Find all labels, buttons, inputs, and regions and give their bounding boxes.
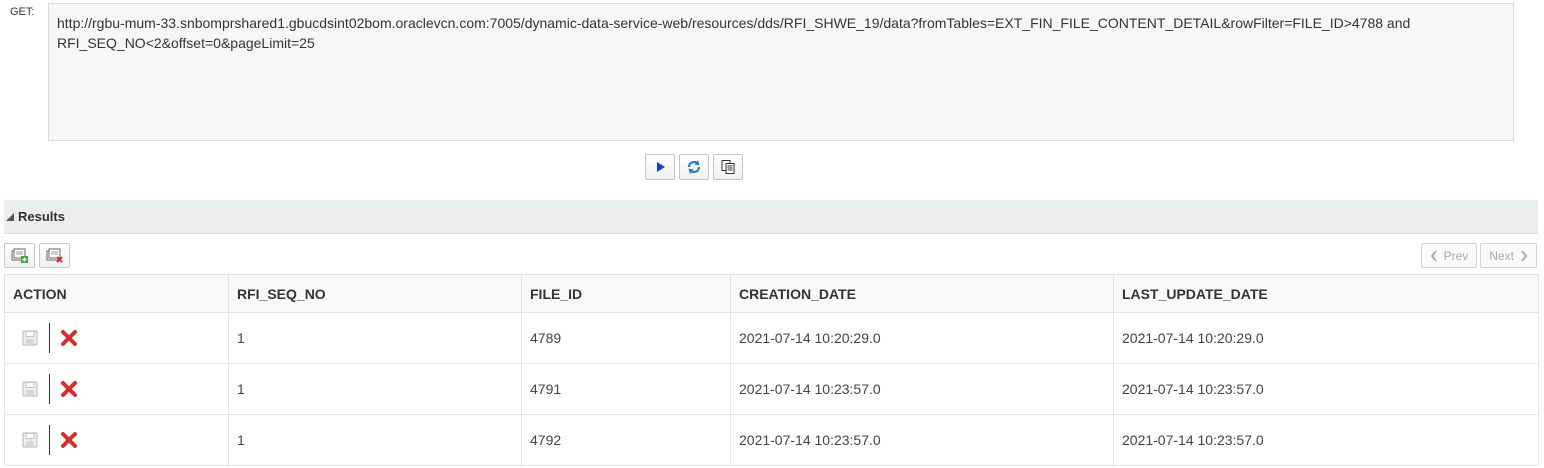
delete-rows-button[interactable] <box>39 243 70 268</box>
cell-file-id: 4789 <box>521 312 731 364</box>
cell-creation-date: 2021-07-14 10:23:57.0 <box>730 363 1114 415</box>
request-url-textarea[interactable]: http://rgbu-mum-33.snbomprshared1.gbucds… <box>48 3 1514 141</box>
results-section-header[interactable]: Results <box>4 200 1538 234</box>
save-icon[interactable] <box>21 329 39 347</box>
prev-page-button[interactable]: Prev <box>1420 243 1478 268</box>
cell-last-update-date: 2021-07-14 10:23:57.0 <box>1113 363 1539 415</box>
save-icon[interactable] <box>21 431 39 449</box>
cell-rfi-seq-no: 1 <box>228 363 522 415</box>
results-actions <box>4 243 70 268</box>
save-icon[interactable] <box>21 380 39 398</box>
chevron-right-icon <box>1521 249 1528 262</box>
column-header-file-id[interactable]: FILE_ID <box>521 274 731 313</box>
cell-creation-date: 2021-07-14 10:23:57.0 <box>730 414 1114 466</box>
action-cell <box>4 363 229 415</box>
cell-last-update-date: 2021-07-14 10:23:57.0 <box>1113 414 1539 466</box>
cell-file-id: 4791 <box>521 363 731 415</box>
cell-file-id: 4792 <box>521 414 731 466</box>
refresh-button[interactable] <box>679 154 709 180</box>
delete-icon[interactable] <box>60 329 78 347</box>
refresh-icon <box>687 160 701 174</box>
cell-creation-date: 2021-07-14 10:20:29.0 <box>730 312 1114 364</box>
table-header-row: ACTION RFI_SEQ_NO FILE_ID CREATION_DATE … <box>4 274 1539 313</box>
delete-icon[interactable] <box>60 380 78 398</box>
action-cell <box>4 312 229 364</box>
column-header-creation-date[interactable]: CREATION_DATE <box>730 274 1114 313</box>
next-label: Next <box>1489 248 1514 263</box>
run-button[interactable] <box>645 154 675 180</box>
add-row-button[interactable] <box>4 243 35 268</box>
pagination: Prev Next <box>1420 243 1537 268</box>
action-cell <box>4 414 229 466</box>
action-divider <box>49 425 50 455</box>
column-header-last-update-date[interactable]: LAST_UPDATE_DATE <box>1113 274 1539 313</box>
add-row-icon <box>11 248 28 263</box>
copy-button[interactable] <box>713 154 743 180</box>
next-page-button[interactable]: Next <box>1480 243 1537 268</box>
http-method-label: GET: <box>10 6 35 18</box>
action-divider <box>49 374 50 404</box>
run-icon <box>657 162 665 172</box>
cell-rfi-seq-no: 1 <box>228 414 522 466</box>
cell-last-update-date: 2021-07-14 10:20:29.0 <box>1113 312 1539 364</box>
table-row: 1 4792 2021-07-14 10:23:57.0 2021-07-14 … <box>4 414 1539 466</box>
column-header-action[interactable]: ACTION <box>4 274 229 313</box>
cell-rfi-seq-no: 1 <box>228 312 522 364</box>
action-divider <box>49 323 50 353</box>
delete-icon[interactable] <box>60 431 78 449</box>
results-title: Results <box>18 209 65 224</box>
prev-label: Prev <box>1443 248 1469 263</box>
table-row: 1 4791 2021-07-14 10:23:57.0 2021-07-14 … <box>4 363 1539 415</box>
collapse-triangle-icon[interactable] <box>6 212 14 221</box>
copy-icon <box>721 160 735 174</box>
chevron-left-icon <box>1430 249 1437 262</box>
results-table: ACTION RFI_SEQ_NO FILE_ID CREATION_DATE … <box>4 274 1539 466</box>
column-header-rfi-seq-no[interactable]: RFI_SEQ_NO <box>228 274 522 313</box>
request-toolbar <box>645 154 743 180</box>
table-row: 1 4789 2021-07-14 10:20:29.0 2021-07-14 … <box>4 312 1539 364</box>
delete-rows-icon <box>46 248 63 263</box>
